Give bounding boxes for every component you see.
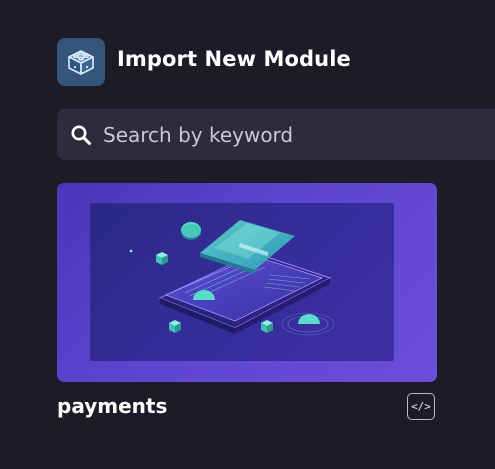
module-name: payments (57, 394, 168, 418)
code-icon: </> (411, 400, 431, 413)
search-icon (70, 124, 92, 146)
module-card-payments[interactable] (57, 183, 437, 382)
payments-illustration (90, 203, 394, 361)
import-module-panel: Import New Module Search by keyword paym… (0, 0, 495, 469)
search-bar[interactable] (57, 109, 495, 160)
search-input[interactable] (103, 122, 483, 147)
page-title: Import New Module (117, 47, 351, 71)
view-code-button[interactable]: </> (407, 393, 435, 420)
module-blocks-icon (57, 38, 105, 86)
